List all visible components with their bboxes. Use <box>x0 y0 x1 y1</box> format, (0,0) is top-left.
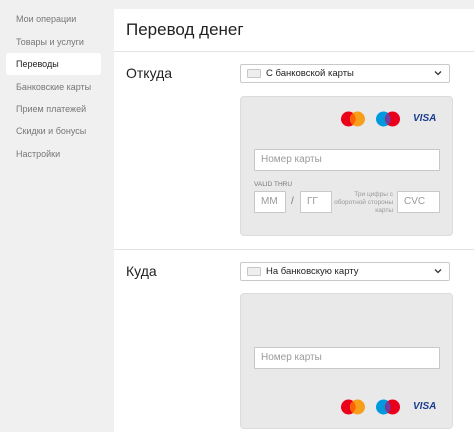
expiry-year-input[interactable]: ГГ <box>300 191 332 213</box>
chevron-down-icon <box>434 269 442 274</box>
sidebar-item-bank-cards[interactable]: Банковские карты <box>6 76 101 98</box>
cvc-hint: Три цифры с оборотной стороны карты <box>334 191 393 214</box>
sidebar-item-goods-services[interactable]: Товары и услуги <box>6 31 101 53</box>
title-divider <box>114 51 474 52</box>
mastercard-logo-icon <box>341 111 365 127</box>
target-select-value: На банковскую карту <box>266 266 359 277</box>
maestro-logo-icon <box>376 399 400 415</box>
card-icon <box>247 267 261 276</box>
source-card-form: VISA Номер карты VALID THRU ММ / ГГ Три … <box>240 96 453 236</box>
main-panel: Перевод денег Откуда С банковской карты … <box>114 9 474 432</box>
section-divider <box>114 249 474 250</box>
visa-logo-icon: VISA <box>413 113 437 124</box>
cvc-input[interactable]: CVC <box>397 191 440 213</box>
sidebar-item-discounts-bonuses[interactable]: Скидки и бонусы <box>6 120 101 142</box>
valid-thru-label: VALID THRU <box>254 181 293 188</box>
expiry-separator: / <box>291 196 294 207</box>
maestro-logo-icon <box>376 111 400 127</box>
sidebar-item-payment-acceptance[interactable]: Прием платежей <box>6 98 101 120</box>
to-label: Куда <box>126 263 157 279</box>
from-label: Откуда <box>126 65 173 81</box>
expiry-month-input[interactable]: ММ <box>254 191 286 213</box>
target-card-form: Номер карты VISA <box>240 293 453 429</box>
sidebar-item-settings[interactable]: Настройки <box>6 143 101 165</box>
chevron-down-icon <box>434 71 442 76</box>
page-title: Перевод денег <box>126 20 244 39</box>
source-select[interactable]: С банковской карты <box>240 64 450 83</box>
card-icon <box>247 69 261 78</box>
source-select-value: С банковской карты <box>266 68 354 79</box>
sidebar-item-my-operations[interactable]: Мои операции <box>6 8 101 30</box>
target-card-number-input[interactable]: Номер карты <box>254 347 440 369</box>
target-select[interactable]: На банковскую карту <box>240 262 450 281</box>
sidebar: Мои операции Товары и услуги Переводы Ба… <box>0 0 114 432</box>
visa-logo-icon: VISA <box>413 401 437 412</box>
mastercard-logo-icon <box>341 399 365 415</box>
source-card-number-input[interactable]: Номер карты <box>254 149 440 171</box>
sidebar-item-transfers[interactable]: Переводы <box>6 53 101 75</box>
